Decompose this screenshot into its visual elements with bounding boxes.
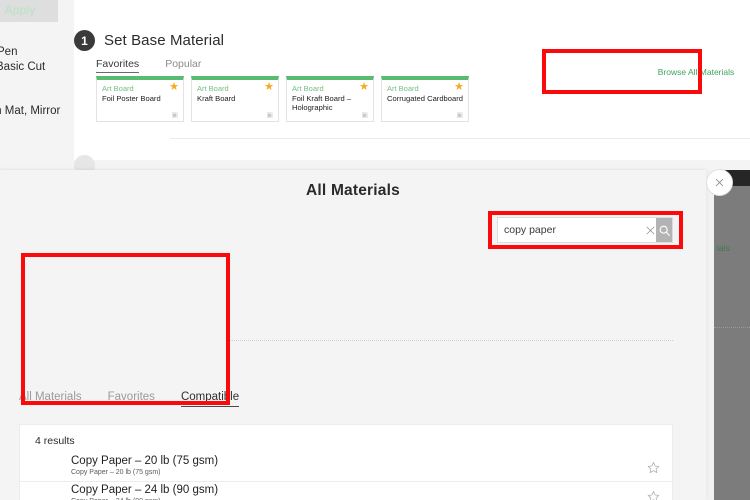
material-type-icon: ▣ [171,112,178,119]
material-card[interactable]: Art Board ★ Corrugated Cardboard ▣ [381,76,469,122]
results-count-label: 4 results [35,435,75,447]
material-card[interactable]: Art Board ★ Foil Poster Board ▣ [96,76,184,122]
star-icon[interactable]: ★ [454,82,464,93]
material-tabs: Favorites Popular [96,58,201,73]
step-number-badge: 1 [74,30,95,51]
left-sidebar: Apply Pen Basic Cut m Mat, Mirror [0,0,74,160]
material-card-name: Kraft Board [197,94,236,103]
material-card-name: Corrugated Cardboard [387,94,463,103]
list-item[interactable]: Copy Paper – 20 lb (75 gsm) Copy Paper –… [20,453,672,482]
material-card-name: Foil Kraft Board – Holographic [292,94,352,112]
tab-popular[interactable]: Popular [165,58,201,73]
material-card-category: Art Board [387,84,419,93]
dimmed-background-right [714,170,750,500]
tab-compatible[interactable]: Compatible [180,391,240,407]
tab-favorites[interactable]: Favorites [108,391,155,407]
modal-title: All Materials [306,182,400,199]
material-card-category: Art Board [102,84,134,93]
results-panel: 4 results Copy Paper – 20 lb (75 gsm) Co… [19,424,673,500]
browse-all-materials-button[interactable]: Browse All Materials [622,57,750,87]
results-dotted-divider [226,340,673,342]
close-button[interactable] [706,169,733,196]
material-card-name: Foil Poster Board [102,94,161,103]
star-icon[interactable]: ★ [264,82,274,93]
material-card[interactable]: Art Board ★ Foil Kraft Board – Holograph… [286,76,374,122]
sidebar-line-pen: Pen [0,46,18,58]
background-dotted-divider [714,327,750,329]
page-title: Set Base Material [104,32,225,49]
material-type-icon: ▣ [361,112,368,119]
result-subtitle: Copy Paper – 20 lb (75 gsm) [71,469,161,476]
background-partial-label: ials [717,243,730,253]
star-icon[interactable]: ★ [359,82,369,93]
star-icon[interactable]: ★ [169,82,179,93]
material-card-category: Art Board [292,84,324,93]
star-outline-icon[interactable] [647,490,660,500]
clear-x-icon[interactable] [645,218,656,242]
search-button[interactable] [656,218,672,242]
star-outline-icon[interactable] [647,461,660,474]
tab-all-materials[interactable]: All Materials [19,391,82,407]
sidebar-line-mat-mirror: m Mat, Mirror [0,105,61,117]
section-divider [170,138,750,139]
background-app: Apply Pen Basic Cut m Mat, Mirror 1 Set … [0,0,750,172]
app-root: Apply Pen Basic Cut m Mat, Mirror 1 Set … [0,0,750,500]
tab-favorites[interactable]: Favorites [96,58,140,73]
material-card-category: Art Board [197,84,229,93]
result-title: Copy Paper – 20 lb (75 gsm) [71,455,219,467]
material-type-icon: ▣ [456,112,463,119]
result-title: Copy Paper – 24 lb (90 gsm) [71,484,219,496]
apply-button[interactable]: Apply [0,0,58,22]
results-list: Copy Paper – 20 lb (75 gsm) Copy Paper –… [20,453,672,500]
material-type-icon: ▣ [266,112,273,119]
modal-gutter [705,170,714,500]
material-card[interactable]: Art Board ★ Kraft Board ▣ [191,76,279,122]
list-item[interactable]: Copy Paper – 24 lb (90 gsm) Copy Paper –… [20,482,672,500]
search-input[interactable] [498,218,645,242]
modal-tabs: All Materials Favorites Compatible [19,391,240,407]
sidebar-line-basic-cut: Basic Cut [0,61,46,73]
step-header: 1 Set Base Material [74,30,224,51]
set-material-panel: 1 Set Base Material Favorites Popular Ar… [74,0,750,160]
material-card-list: Art Board ★ Foil Poster Board ▣ Art Boar… [96,76,469,122]
search-field[interactable] [497,217,673,243]
